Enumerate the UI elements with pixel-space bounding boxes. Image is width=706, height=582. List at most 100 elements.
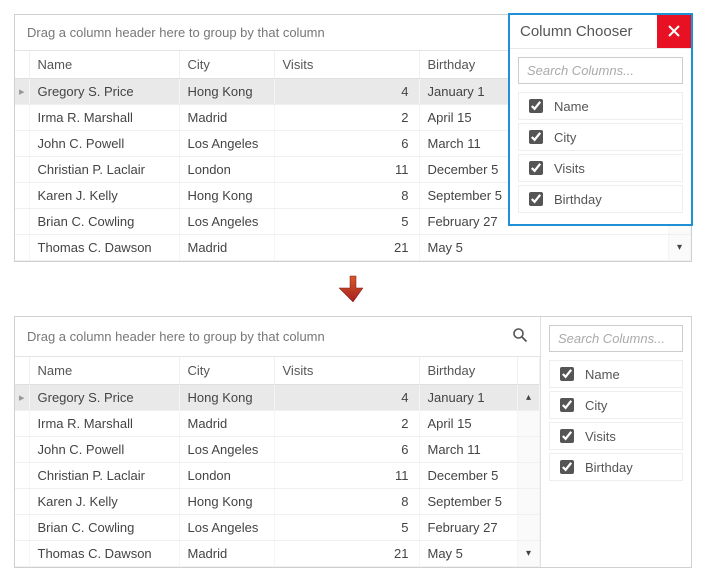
table-row[interactable]: John C. PowellLos Angeles6March 11 xyxy=(15,437,540,463)
cell-name[interactable]: Brian C. Cowling xyxy=(29,515,179,541)
column-checkbox[interactable] xyxy=(529,99,543,113)
cell-name[interactable]: Karen J. Kelly xyxy=(29,489,179,515)
column-checkbox[interactable] xyxy=(529,130,543,144)
cell-birthday[interactable]: April 15 xyxy=(419,411,517,437)
cell-visits[interactable]: 5 xyxy=(274,209,419,235)
table-row[interactable]: Karen J. KellyHong Kong8September 5 xyxy=(15,489,540,515)
column-chooser-search-input[interactable] xyxy=(518,57,683,84)
close-button[interactable] xyxy=(657,15,691,48)
cell-name[interactable]: Thomas C. Dawson xyxy=(29,541,179,567)
table-row[interactable]: ▸Gregory S. PriceHong Kong4January 1 xyxy=(15,385,540,411)
cell-name[interactable]: Christian P. Laclair xyxy=(29,157,179,183)
table-row[interactable]: Brian C. CowlingLos Angeles5February 27 xyxy=(15,515,540,541)
row-indicator xyxy=(15,489,29,515)
column-chooser-item[interactable]: Visits xyxy=(518,154,683,182)
column-header-city[interactable]: City xyxy=(179,51,274,79)
cell-visits[interactable]: 6 xyxy=(274,437,419,463)
table-row[interactable]: Irma R. MarshallMadrid2April 15 xyxy=(15,411,540,437)
row-indicator xyxy=(15,411,29,437)
column-checkbox[interactable] xyxy=(529,192,543,206)
column-chooser-item[interactable]: Name xyxy=(518,92,683,120)
cell-visits[interactable]: 8 xyxy=(274,183,419,209)
cell-visits[interactable]: 21 xyxy=(274,235,419,261)
cell-name[interactable]: Karen J. Kelly xyxy=(29,183,179,209)
column-checkbox[interactable] xyxy=(560,460,574,474)
cell-city[interactable]: Los Angeles xyxy=(179,437,274,463)
table-row[interactable]: Christian P. LaclairLondon11December 5 xyxy=(15,463,540,489)
cell-name[interactable]: Gregory S. Price xyxy=(29,385,179,411)
scroll-gutter[interactable] xyxy=(517,385,539,411)
column-checkbox[interactable] xyxy=(560,398,574,412)
column-header-city[interactable]: City xyxy=(179,357,274,385)
cell-birthday[interactable]: January 1 xyxy=(419,385,517,411)
scroll-gutter[interactable] xyxy=(517,489,539,515)
column-chooser-item[interactable]: City xyxy=(549,391,683,419)
cell-city[interactable]: Madrid xyxy=(179,235,274,261)
cell-name[interactable]: Brian C. Cowling xyxy=(29,209,179,235)
cell-visits[interactable]: 2 xyxy=(274,105,419,131)
cell-city[interactable]: Hong Kong xyxy=(179,489,274,515)
column-header-birthday[interactable]: Birthday xyxy=(419,357,517,385)
column-header-name[interactable]: Name xyxy=(29,51,179,79)
cell-city[interactable]: London xyxy=(179,463,274,489)
cell-city[interactable]: Madrid xyxy=(179,411,274,437)
cell-birthday[interactable]: March 11 xyxy=(419,437,517,463)
cell-visits[interactable]: 2 xyxy=(274,411,419,437)
scroll-gutter[interactable] xyxy=(517,437,539,463)
arrow-down-icon xyxy=(339,274,367,304)
cell-name[interactable]: Irma R. Marshall xyxy=(29,105,179,131)
column-chooser-item[interactable]: City xyxy=(518,123,683,151)
cell-city[interactable]: Madrid xyxy=(179,541,274,567)
scroll-gutter[interactable] xyxy=(668,235,690,261)
cell-city[interactable]: Hong Kong xyxy=(179,79,274,105)
cell-visits[interactable]: 21 xyxy=(274,541,419,567)
cell-name[interactable]: Gregory S. Price xyxy=(29,79,179,105)
column-header-visits[interactable]: Visits xyxy=(274,357,419,385)
column-chooser-item[interactable]: Visits xyxy=(549,422,683,450)
cell-birthday[interactable]: February 27 xyxy=(419,515,517,541)
cell-city[interactable]: Madrid xyxy=(179,105,274,131)
cell-city[interactable]: Los Angeles xyxy=(179,209,274,235)
cell-visits[interactable]: 4 xyxy=(274,385,419,411)
scroll-gutter[interactable] xyxy=(517,515,539,541)
column-checkbox[interactable] xyxy=(560,429,574,443)
data-grid-bottom-wrapper: Drag a column header here to group by th… xyxy=(14,316,692,568)
cell-city[interactable]: Hong Kong xyxy=(179,385,274,411)
row-indicator xyxy=(15,235,29,261)
cell-birthday[interactable]: May 5 xyxy=(419,235,668,261)
group-panel-text: Drag a column header here to group by th… xyxy=(27,25,325,40)
cell-visits[interactable]: 6 xyxy=(274,131,419,157)
cell-city[interactable]: London xyxy=(179,157,274,183)
cell-city[interactable]: Los Angeles xyxy=(179,131,274,157)
cell-birthday[interactable]: May 5 xyxy=(419,541,517,567)
group-panel[interactable]: Drag a column header here to group by th… xyxy=(15,317,540,357)
cell-name[interactable]: Christian P. Laclair xyxy=(29,463,179,489)
column-header-name[interactable]: Name xyxy=(29,357,179,385)
column-chooser-item[interactable]: Birthday xyxy=(549,453,683,481)
cell-name[interactable]: Thomas C. Dawson xyxy=(29,235,179,261)
column-chooser-item[interactable]: Name xyxy=(549,360,683,388)
cell-visits[interactable]: 5 xyxy=(274,515,419,541)
scroll-gutter[interactable] xyxy=(517,541,539,567)
table-row[interactable]: Thomas C. DawsonMadrid21May 5 xyxy=(15,235,691,261)
cell-visits[interactable]: 11 xyxy=(274,157,419,183)
cell-visits[interactable]: 11 xyxy=(274,463,419,489)
cell-city[interactable]: Hong Kong xyxy=(179,183,274,209)
cell-city[interactable]: Los Angeles xyxy=(179,515,274,541)
search-button[interactable] xyxy=(512,327,528,346)
column-checkbox[interactable] xyxy=(560,367,574,381)
table-row[interactable]: Thomas C. DawsonMadrid21May 5 xyxy=(15,541,540,567)
scroll-gutter[interactable] xyxy=(517,463,539,489)
cell-name[interactable]: John C. Powell xyxy=(29,131,179,157)
scroll-gutter[interactable] xyxy=(517,411,539,437)
cell-name[interactable]: Irma R. Marshall xyxy=(29,411,179,437)
cell-birthday[interactable]: September 5 xyxy=(419,489,517,515)
column-chooser-item[interactable]: Birthday xyxy=(518,185,683,213)
column-header-visits[interactable]: Visits xyxy=(274,51,419,79)
column-chooser-search-input[interactable] xyxy=(549,325,683,352)
column-checkbox[interactable] xyxy=(529,161,543,175)
cell-visits[interactable]: 8 xyxy=(274,489,419,515)
cell-name[interactable]: John C. Powell xyxy=(29,437,179,463)
cell-birthday[interactable]: December 5 xyxy=(419,463,517,489)
cell-visits[interactable]: 4 xyxy=(274,79,419,105)
